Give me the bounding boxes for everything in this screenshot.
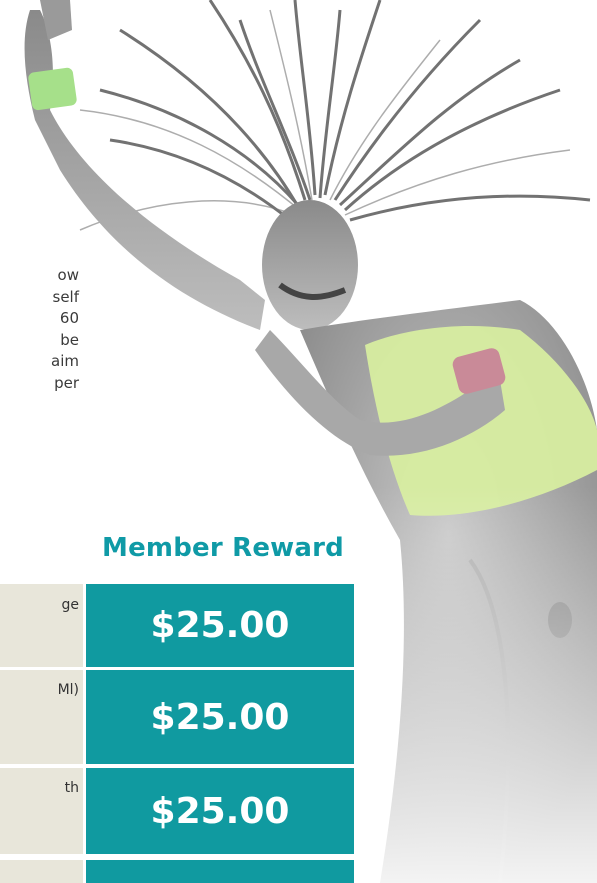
row-label-text: Ml) xyxy=(57,682,79,698)
member-reward-heading: Member Reward xyxy=(102,533,344,563)
para-line: per xyxy=(54,373,79,392)
para-line: self xyxy=(52,287,80,306)
row-label-text: ge xyxy=(61,597,80,613)
para-line: be xyxy=(60,330,79,349)
reward-amount: $25.00 xyxy=(86,768,354,854)
para-line: aim xyxy=(51,352,79,370)
reward-amount xyxy=(86,860,354,883)
reward-row-label: ge xyxy=(0,584,83,667)
reward-row-label xyxy=(0,860,83,883)
reward-amount: $25.00 xyxy=(86,670,354,764)
reward-row-label: Ml) xyxy=(0,670,83,764)
para-line: 60 xyxy=(59,309,79,327)
intro-paragraph: ow self 60 be aim per xyxy=(0,265,79,394)
reward-row-label: th xyxy=(0,768,83,854)
row-label-text: th xyxy=(64,780,79,796)
para-line: ow xyxy=(57,266,79,284)
reward-amount: $25.00 xyxy=(86,584,354,667)
